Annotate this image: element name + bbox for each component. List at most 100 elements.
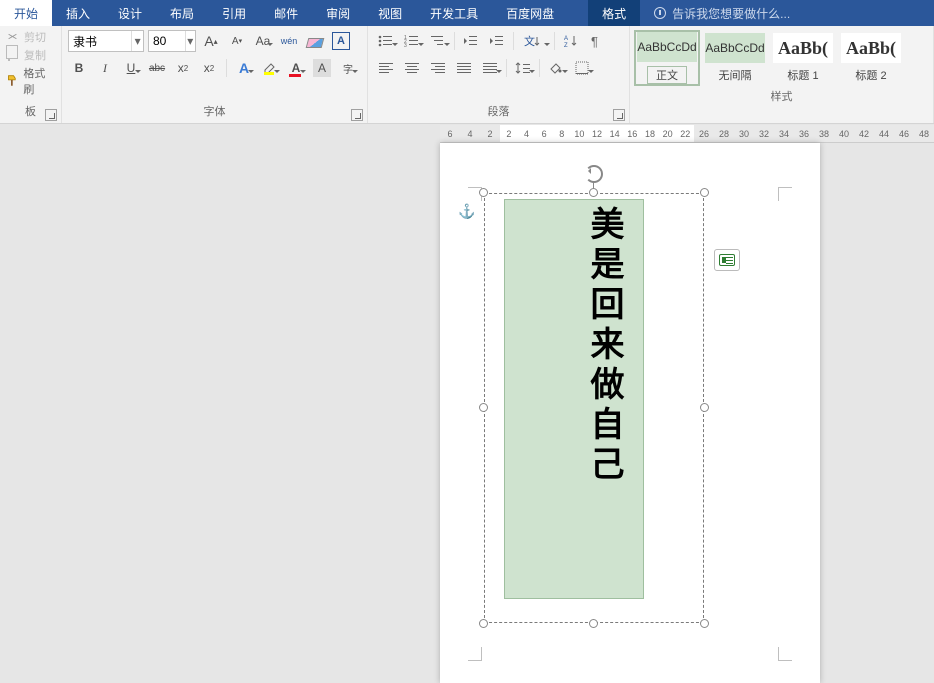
align-distributed-icon bbox=[483, 63, 497, 73]
tab-review[interactable]: 审阅 bbox=[312, 0, 364, 26]
resize-handle-nw[interactable] bbox=[479, 188, 488, 197]
textbox-text[interactable]: 美是回来做自己 bbox=[579, 206, 627, 486]
font-size-combo[interactable]: ▾ bbox=[148, 30, 196, 52]
tab-references[interactable]: 引用 bbox=[208, 0, 260, 26]
borders-button[interactable] bbox=[570, 57, 594, 79]
text-effects-button[interactable]: A bbox=[233, 57, 255, 79]
multilevel-icon bbox=[430, 34, 446, 48]
align-center-button[interactable] bbox=[400, 57, 424, 79]
tab-home[interactable]: 开始 bbox=[0, 0, 52, 26]
crop-mark-icon bbox=[462, 641, 482, 661]
style-heading-2[interactable]: AaBb( 标题 2 bbox=[838, 30, 904, 86]
italic-button[interactable]: I bbox=[94, 57, 116, 79]
style-label: 正文 bbox=[647, 66, 687, 84]
strikethrough-button[interactable]: abc bbox=[146, 57, 168, 79]
show-marks-button[interactable]: ¶ bbox=[585, 30, 609, 52]
tab-design[interactable]: 设计 bbox=[104, 0, 156, 26]
svg-text:Z: Z bbox=[564, 43, 568, 48]
ribbon-tabs: 开始 插入 设计 布局 引用 邮件 审阅 视图 开发工具 百度网盘 格式 告诉我… bbox=[0, 0, 934, 26]
line-spacing-button[interactable] bbox=[511, 57, 535, 79]
align-distributed-button[interactable] bbox=[478, 57, 502, 79]
document-workspace: 642 246810121416182022 26283032343638404… bbox=[0, 125, 934, 683]
horizontal-ruler[interactable]: 642 246810121416182022 26283032343638404… bbox=[440, 125, 934, 143]
tab-developer[interactable]: 开发工具 bbox=[416, 0, 492, 26]
shading-button[interactable] bbox=[544, 57, 568, 79]
copy-button[interactable]: 复制 bbox=[6, 47, 55, 63]
resize-handle-n[interactable] bbox=[589, 188, 598, 197]
subscript-button[interactable]: x2 bbox=[172, 57, 194, 79]
font-name-combo[interactable]: ▾ bbox=[68, 30, 144, 52]
paintbrush-icon bbox=[6, 74, 19, 88]
rotate-handle[interactable] bbox=[585, 165, 603, 183]
resize-handle-e[interactable] bbox=[700, 403, 709, 412]
enclose-characters-button[interactable]: 字 bbox=[337, 57, 359, 79]
tab-insert[interactable]: 插入 bbox=[52, 0, 104, 26]
style-no-spacing[interactable]: AaBbCcDd 无间隔 bbox=[702, 30, 768, 86]
decrease-indent-button[interactable] bbox=[459, 30, 483, 52]
align-right-button[interactable] bbox=[426, 57, 450, 79]
tell-me-search[interactable]: 告诉我您想要做什么... bbox=[640, 0, 790, 26]
ruler-margin-right: 262830323436384042444648 bbox=[694, 125, 934, 142]
font-launcher[interactable] bbox=[351, 109, 363, 121]
bullets-button[interactable] bbox=[374, 30, 398, 52]
lightbulb-icon bbox=[654, 7, 666, 19]
style-heading-1[interactable]: AaBb( 标题 1 bbox=[770, 30, 836, 86]
style-label: 标题 1 bbox=[787, 67, 818, 83]
sort-button[interactable]: AZ bbox=[559, 30, 583, 52]
group-label-paragraph: 段落 bbox=[368, 105, 629, 123]
align-right-icon bbox=[431, 63, 445, 73]
paragraph-launcher[interactable] bbox=[613, 109, 625, 121]
layout-options-button[interactable] bbox=[714, 249, 740, 271]
align-justify-button[interactable] bbox=[452, 57, 476, 79]
resize-handle-w[interactable] bbox=[479, 403, 488, 412]
chevron-down-icon[interactable]: ▾ bbox=[131, 31, 143, 51]
textbox-shape[interactable]: 美是回来做自己 bbox=[484, 193, 704, 623]
chevron-down-icon[interactable]: ▾ bbox=[185, 31, 195, 51]
group-label-font: 字体 bbox=[62, 105, 367, 123]
textbox-fill[interactable]: 美是回来做自己 bbox=[504, 199, 644, 599]
pilcrow-icon: ¶ bbox=[590, 34, 604, 48]
clear-formatting-button[interactable] bbox=[304, 30, 326, 52]
phonetic-guide-button[interactable]: wén bbox=[278, 30, 300, 52]
tab-view[interactable]: 视图 bbox=[364, 0, 416, 26]
resize-handle-se[interactable] bbox=[700, 619, 709, 628]
font-size-input[interactable] bbox=[149, 31, 185, 51]
numbering-button[interactable]: 123 bbox=[400, 30, 424, 52]
multilevel-list-button[interactable] bbox=[426, 30, 450, 52]
superscript-button[interactable]: x2 bbox=[198, 57, 220, 79]
style-label: 标题 2 bbox=[855, 67, 886, 83]
document-page[interactable]: ⚓ 美是回来做自己 bbox=[440, 143, 820, 683]
change-case-button[interactable]: Aa bbox=[252, 30, 274, 52]
font-name-input[interactable] bbox=[69, 31, 131, 51]
underline-button[interactable]: U bbox=[120, 57, 142, 79]
color-swatch-icon bbox=[289, 74, 301, 77]
style-preview: AaBbCcDd bbox=[637, 32, 697, 62]
tab-format-context[interactable]: 格式 bbox=[588, 0, 640, 26]
borders-icon bbox=[575, 61, 589, 75]
clipboard-launcher[interactable] bbox=[45, 109, 57, 121]
grow-font-button[interactable]: A▴ bbox=[200, 30, 222, 52]
tab-mailings[interactable]: 邮件 bbox=[260, 0, 312, 26]
font-color-button[interactable]: A bbox=[285, 57, 307, 79]
tab-layout[interactable]: 布局 bbox=[156, 0, 208, 26]
tab-baidu[interactable]: 百度网盘 bbox=[492, 0, 568, 26]
align-left-button[interactable] bbox=[374, 57, 398, 79]
scissors-icon bbox=[6, 30, 20, 44]
character-shading-button[interactable]: A bbox=[313, 59, 331, 77]
shrink-font-button[interactable]: A▾ bbox=[226, 30, 248, 52]
highlight-button[interactable] bbox=[259, 57, 281, 79]
format-painter-button[interactable]: 格式刷 bbox=[6, 65, 55, 97]
resize-handle-s[interactable] bbox=[589, 619, 598, 628]
bold-button[interactable]: B bbox=[68, 57, 90, 79]
paint-bucket-icon bbox=[548, 61, 564, 75]
line-spacing-icon bbox=[515, 61, 531, 75]
text-direction-button[interactable]: 文 bbox=[518, 30, 550, 52]
style-normal[interactable]: AaBbCcDd 正文 bbox=[634, 30, 700, 86]
layout-options-icon bbox=[719, 254, 735, 266]
crop-mark-icon bbox=[778, 641, 798, 661]
resize-handle-sw[interactable] bbox=[479, 619, 488, 628]
resize-handle-ne[interactable] bbox=[700, 188, 709, 197]
cut-button[interactable]: 剪切 bbox=[6, 29, 55, 45]
character-border-button[interactable]: A bbox=[330, 30, 352, 52]
increase-indent-button[interactable] bbox=[485, 30, 509, 52]
